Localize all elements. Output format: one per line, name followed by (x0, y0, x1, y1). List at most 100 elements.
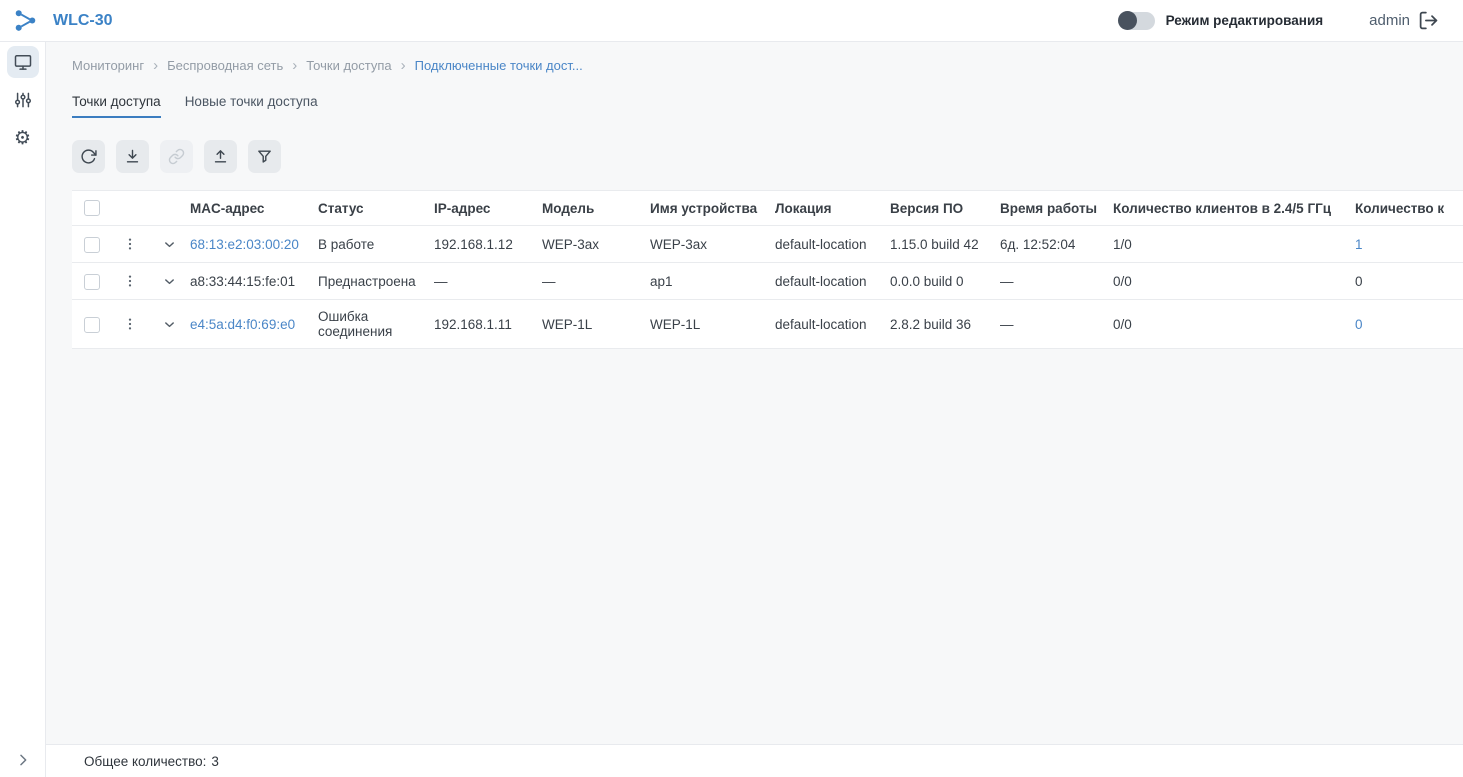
column-header-ip: IP-адрес (434, 191, 542, 226)
select-all-checkbox[interactable] (84, 200, 100, 216)
ip-cell: 192.168.1.12 (434, 226, 542, 263)
table-row[interactable]: e4:5a:d4:f0:69:e0 Ошибка соединения 192.… (72, 300, 1463, 349)
breadcrumb-separator: › (292, 58, 297, 73)
row-actions-kebab-icon[interactable] (122, 235, 138, 253)
column-header-uptime: Время работы (1000, 191, 1113, 226)
breadcrumb-separator: › (153, 58, 158, 73)
column-header-status: Статус (318, 191, 434, 226)
column-header-clients2: Количество к (1355, 191, 1463, 226)
network-nodes-icon[interactable] (13, 8, 38, 33)
clients-count-link[interactable]: 0 (1355, 317, 1363, 332)
status-cell: Ошибка соединения (318, 300, 434, 349)
app-title: WLC-30 (53, 12, 113, 30)
toolbar (72, 140, 1463, 173)
sliders-icon (13, 90, 33, 110)
tab-new-access-points[interactable]: Новые точки доступа (185, 94, 318, 118)
row-actions-kebab-icon[interactable] (122, 272, 138, 290)
firmware-cell: 1.15.0 build 42 (890, 226, 1000, 263)
breadcrumb-separator: › (401, 58, 406, 73)
sidebar-item-monitoring[interactable] (7, 46, 39, 78)
username: admin (1369, 12, 1410, 29)
brand: WLC-30 (13, 8, 113, 33)
refresh-button[interactable] (72, 140, 105, 173)
link-icon (168, 148, 185, 165)
status-cell: Преднастроена (318, 263, 434, 300)
column-header-actions (112, 191, 148, 226)
download-button[interactable] (116, 140, 149, 173)
filter-icon (256, 148, 273, 165)
top-bar: WLC-30 Режим редактирования admin (0, 0, 1463, 42)
upload-button[interactable] (204, 140, 237, 173)
status-cell: В работе (318, 226, 434, 263)
table-header-row: MAC-адрес Статус IP-адрес Модель Имя уст… (72, 191, 1463, 226)
column-header-firmware: Версия ПО (890, 191, 1000, 226)
firmware-cell: 0.0.0 build 0 (890, 263, 1000, 300)
row-checkbox[interactable] (84, 317, 100, 333)
column-header-model: Модель (542, 191, 650, 226)
device-name-cell: ap1 (650, 263, 775, 300)
sidebar-item-settings[interactable]: ⚙ (7, 122, 39, 154)
app-shell: ⚙ Мониторинг › Беспроводная сеть › Точки… (0, 42, 1463, 777)
chevron-right-icon (15, 752, 31, 768)
breadcrumb-item-current[interactable]: Подключенные точки дост... (415, 58, 583, 73)
download-icon (124, 148, 141, 165)
logout-icon[interactable] (1418, 10, 1439, 31)
edit-mode-toggle[interactable] (1119, 12, 1155, 30)
status-bar: Общее количество: 3 (46, 744, 1463, 777)
filter-button[interactable] (248, 140, 281, 173)
total-count-label: Общее количество: (84, 754, 206, 769)
ip-cell: 192.168.1.11 (434, 300, 542, 349)
tabs: Точки доступа Новые точки доступа (72, 94, 1463, 118)
mac-address-link[interactable]: 68:13:e2:03:00:20 (190, 237, 299, 252)
column-header-expand (148, 191, 190, 226)
breadcrumb: Мониторинг › Беспроводная сеть › Точки д… (72, 58, 1463, 73)
main-area: Мониторинг › Беспроводная сеть › Точки д… (46, 42, 1463, 777)
breadcrumb-item-monitoring[interactable]: Мониторинг (72, 58, 144, 73)
row-checkbox[interactable] (84, 274, 100, 290)
row-expand-chevron-icon[interactable] (162, 274, 177, 289)
upload-icon (212, 148, 229, 165)
link-button[interactable] (160, 140, 193, 173)
access-points-table: MAC-адрес Статус IP-адрес Модель Имя уст… (72, 190, 1463, 349)
table-row[interactable]: 68:13:e2:03:00:20 В работе 192.168.1.12 … (72, 226, 1463, 263)
column-header-device-name: Имя устройства (650, 191, 775, 226)
mac-address-text: a8:33:44:15:fe:01 (190, 274, 295, 289)
row-actions-kebab-icon[interactable] (122, 315, 138, 333)
gear-icon: ⚙ (14, 129, 31, 148)
column-header-clients: Количество клиентов в 2.4/5 ГГц (1113, 191, 1355, 226)
uptime-cell: 6д. 12:52:04 (1000, 226, 1113, 263)
clients-cell: 1/0 (1113, 226, 1355, 263)
sidebar-item-statistics[interactable] (7, 84, 39, 116)
clients-cell: 0/0 (1113, 263, 1355, 300)
monitor-icon (13, 52, 33, 72)
content: Мониторинг › Беспроводная сеть › Точки д… (46, 42, 1463, 744)
edit-mode-label: Режим редактирования (1166, 13, 1324, 28)
model-cell: WEP-1L (542, 300, 650, 349)
total-count-value: 3 (211, 754, 219, 769)
uptime-cell: — (1000, 263, 1113, 300)
uptime-cell: — (1000, 300, 1113, 349)
column-header-mac: MAC-адрес (190, 191, 318, 226)
model-cell: — (542, 263, 650, 300)
breadcrumb-item-wireless[interactable]: Беспроводная сеть (167, 58, 283, 73)
ip-cell: — (434, 263, 542, 300)
table-row[interactable]: a8:33:44:15:fe:01 Преднастроена — — ap1 … (72, 263, 1463, 300)
mac-address-link[interactable]: e4:5a:d4:f0:69:e0 (190, 317, 295, 332)
sidebar-expand-button[interactable] (15, 752, 31, 768)
tab-access-points[interactable]: Точки доступа (72, 94, 161, 118)
clients-cell: 0/0 (1113, 300, 1355, 349)
toggle-knob (1118, 11, 1137, 30)
breadcrumb-item-access-points[interactable]: Точки доступа (306, 58, 391, 73)
location-cell: default-location (775, 300, 890, 349)
row-expand-chevron-icon[interactable] (162, 237, 177, 252)
model-cell: WEP-3ax (542, 226, 650, 263)
location-cell: default-location (775, 226, 890, 263)
row-expand-chevron-icon[interactable] (162, 317, 177, 332)
clients-count-link[interactable]: 1 (1355, 237, 1363, 252)
row-checkbox[interactable] (84, 237, 100, 253)
location-cell: default-location (775, 263, 890, 300)
top-bar-right: Режим редактирования admin (1119, 10, 1439, 31)
firmware-cell: 2.8.2 build 36 (890, 300, 1000, 349)
sidebar: ⚙ (0, 42, 46, 777)
device-name-cell: WEP-3ax (650, 226, 775, 263)
